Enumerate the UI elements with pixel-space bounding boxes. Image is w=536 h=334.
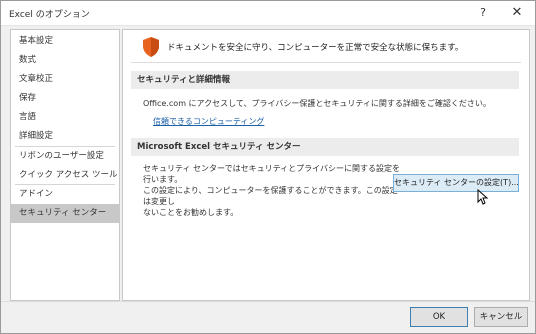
trust-center-description: セキュリティ センターではセキュリティとプライバシーに関する設定を行います。 こ…	[143, 163, 403, 218]
excel-options-dialog: Excel のオプション ? ✕ 基本設定 数式 文章校正 保存 言語 詳細設定…	[0, 0, 536, 334]
cancel-button[interactable]: キャンセル	[474, 307, 528, 327]
intro-text: ドキュメントを安全に守り、コンピューターを正常で安全な状態に保ちます。	[167, 43, 464, 53]
sidebar-item-addins[interactable]: アドイン	[11, 185, 119, 204]
header-divider	[131, 62, 521, 63]
window-title: Excel のオプション	[9, 10, 90, 20]
mouse-pointer-icon	[477, 189, 489, 205]
trustworthy-computing-link[interactable]: 信頼できるコンピューティング	[153, 116, 264, 127]
sidebar-item-proofing[interactable]: 文章校正	[11, 70, 119, 89]
sidebar-item-customize-ribbon[interactable]: リボンのユーザー設定	[11, 147, 119, 166]
trust-center-section-header: Microsoft Excel セキュリティ センター	[131, 138, 519, 156]
sidebar-item-language[interactable]: 言語	[11, 108, 119, 127]
sidebar-item-formulas[interactable]: 数式	[11, 51, 119, 70]
close-button[interactable]: ✕	[507, 4, 527, 22]
sidebar-item-general[interactable]: 基本設定	[11, 32, 119, 51]
description-line: この設定により、コンピューターを保護することができます。この設定は変更し	[143, 186, 398, 206]
shield-icon	[143, 37, 159, 57]
ok-button[interactable]: OK	[410, 307, 468, 327]
trust-center-settings-button[interactable]: セキュリティ センターの設定(T)...	[393, 174, 519, 192]
sidebar-item-trust-center[interactable]: セキュリティ センター	[11, 204, 119, 223]
description-line: ないことをお勧めします。	[143, 208, 239, 217]
trust-center-panel: ドキュメントを安全に守り、コンピューターを正常で安全な状態に保ちます。 セキュリ…	[122, 29, 530, 301]
description-line: セキュリティ センターではセキュリティとプライバシーに関する設定を行います。	[143, 164, 400, 184]
sidebar-item-save[interactable]: 保存	[11, 89, 119, 108]
privacy-section-header: セキュリティと詳細情報	[131, 71, 519, 89]
privacy-text: Office.com にアクセスして、プライバシー保護とセキュリティに関する詳細…	[143, 99, 491, 108]
options-sidebar: 基本設定 数式 文章校正 保存 言語 詳細設定 リボンのユーザー設定 クイック …	[10, 29, 120, 301]
sidebar-item-quick-access-toolbar[interactable]: クイック アクセス ツール バー	[11, 166, 119, 185]
help-button[interactable]: ?	[473, 4, 493, 22]
title-bar: Excel のオプション ? ✕	[1, 1, 535, 26]
sidebar-item-advanced[interactable]: 詳細設定	[11, 127, 119, 146]
footer-divider	[1, 301, 535, 302]
